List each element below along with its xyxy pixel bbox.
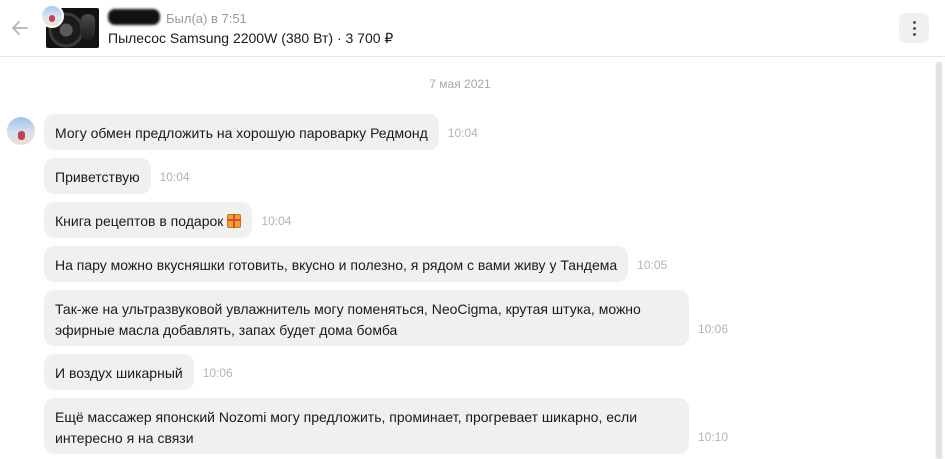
message-text: Ещё массажер японский Nozomi могу предло… bbox=[55, 409, 638, 446]
product-title[interactable]: Пылесос Samsung 2200W (380 Вт) · 3 700 ₽ bbox=[108, 30, 393, 47]
scrollbar-thumb[interactable] bbox=[936, 62, 942, 459]
message-time: 10:05 bbox=[637, 258, 668, 272]
message-bubble: И воздух шикарный bbox=[44, 354, 194, 390]
message-time: 10:06 bbox=[202, 366, 233, 380]
message-bubble: Могу обмен предложить на хорошую паровар… bbox=[44, 114, 439, 150]
menu-dot bbox=[912, 26, 916, 30]
message-text: Так-же на ультразвуковой увлажнитель мог… bbox=[55, 301, 641, 338]
message: Книга рецептов в подарок 10:04 bbox=[44, 202, 291, 238]
gift-icon bbox=[227, 214, 242, 228]
message: Приветствую 10:04 bbox=[44, 158, 190, 194]
contact-avatar[interactable] bbox=[7, 117, 35, 145]
arrow-left-icon[interactable] bbox=[8, 16, 32, 40]
message-text: Приветствую bbox=[55, 169, 140, 185]
message-bubble: Приветствую bbox=[44, 158, 151, 194]
message-bubble: На пару можно вкусняшки готовить, вкусно… bbox=[44, 246, 629, 282]
message: На пару можно вкусняшки готовить, вкусно… bbox=[44, 246, 667, 282]
message-time: 10:04 bbox=[261, 214, 292, 228]
message-time: 10:04 bbox=[159, 170, 190, 184]
message-text: И воздух шикарный bbox=[55, 365, 183, 381]
message: Могу обмен предложить на хорошую паровар… bbox=[44, 114, 478, 150]
message-bubble: Ещё массажер японский Nozomi могу предло… bbox=[44, 398, 689, 454]
message: Так-же на ультразвуковой увлажнитель мог… bbox=[44, 290, 728, 346]
message: И воздух шикарный 10:06 bbox=[44, 354, 233, 390]
date-separator: 7 мая 2021 bbox=[429, 77, 491, 91]
last-seen-status: Был(а) в 7:51 bbox=[166, 11, 247, 26]
more-vertical-icon[interactable] bbox=[899, 13, 929, 43]
arrow-left-icon-svg bbox=[12, 21, 28, 35]
contact-mini-avatar bbox=[40, 4, 64, 28]
message-bubble: Книга рецептов в подарок bbox=[44, 202, 253, 238]
contact-name-redacted[interactable] bbox=[108, 9, 160, 25]
message-bubble: Так-же на ультразвуковой увлажнитель мог… bbox=[44, 290, 689, 346]
chat-header: Был(а) в 7:51 Пылесос Samsung 2200W (380… bbox=[0, 0, 945, 57]
menu-dot bbox=[912, 20, 916, 24]
message-time: 10:04 bbox=[447, 126, 478, 140]
menu-dot bbox=[912, 32, 916, 36]
message-time: 10:06 bbox=[698, 322, 729, 336]
message-time: 10:10 bbox=[698, 430, 729, 444]
message-text: Могу обмен предложить на хорошую паровар… bbox=[55, 125, 428, 141]
scrollbar[interactable] bbox=[935, 62, 943, 459]
message-text: На пару можно вкусняшки готовить, вкусно… bbox=[55, 257, 618, 273]
message-text: Книга рецептов в подарок bbox=[55, 213, 224, 229]
message: Ещё массажер японский Nozomi могу предло… bbox=[44, 398, 728, 454]
